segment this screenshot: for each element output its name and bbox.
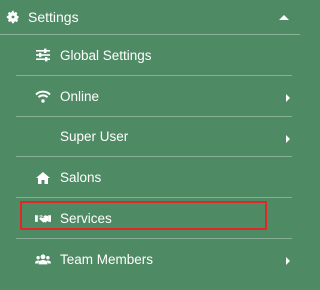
- handshake-icon: [35, 211, 51, 227]
- menu-item-label: Super User: [60, 129, 129, 145]
- sliders-icon: [35, 47, 51, 63]
- chevron-up-icon[interactable]: [278, 11, 290, 23]
- settings-menu-header[interactable]: Settings: [0, 0, 300, 34]
- menu-item-label: Online: [60, 88, 100, 104]
- menu-item-label: Salons: [60, 170, 102, 186]
- chevron-right-icon: [284, 254, 292, 266]
- menu-item-services[interactable]: Services: [0, 198, 300, 239]
- menu-item-super-user[interactable]: Super User: [0, 117, 300, 158]
- gear-icon: [6, 10, 20, 24]
- menu-item-label: Services: [60, 211, 112, 227]
- chevron-right-icon: [284, 132, 292, 143]
- menu-item-team-members[interactable]: Team Members: [0, 239, 300, 280]
- wifi-icon: [35, 88, 51, 104]
- menu-item-label: Team Members: [60, 251, 154, 267]
- users-icon: [35, 251, 51, 267]
- chevron-right-icon: [284, 91, 292, 103]
- menu-item-salons[interactable]: Salons: [0, 157, 300, 198]
- settings-title: Settings: [28, 9, 79, 25]
- menu-item-label: Global Settings: [60, 47, 152, 63]
- settings-submenu: Global Settings Online Super User Salons: [0, 35, 300, 280]
- menu-item-global-settings[interactable]: Global Settings: [0, 35, 300, 76]
- menu-item-online[interactable]: Online: [0, 76, 300, 117]
- home-icon: [35, 170, 51, 186]
